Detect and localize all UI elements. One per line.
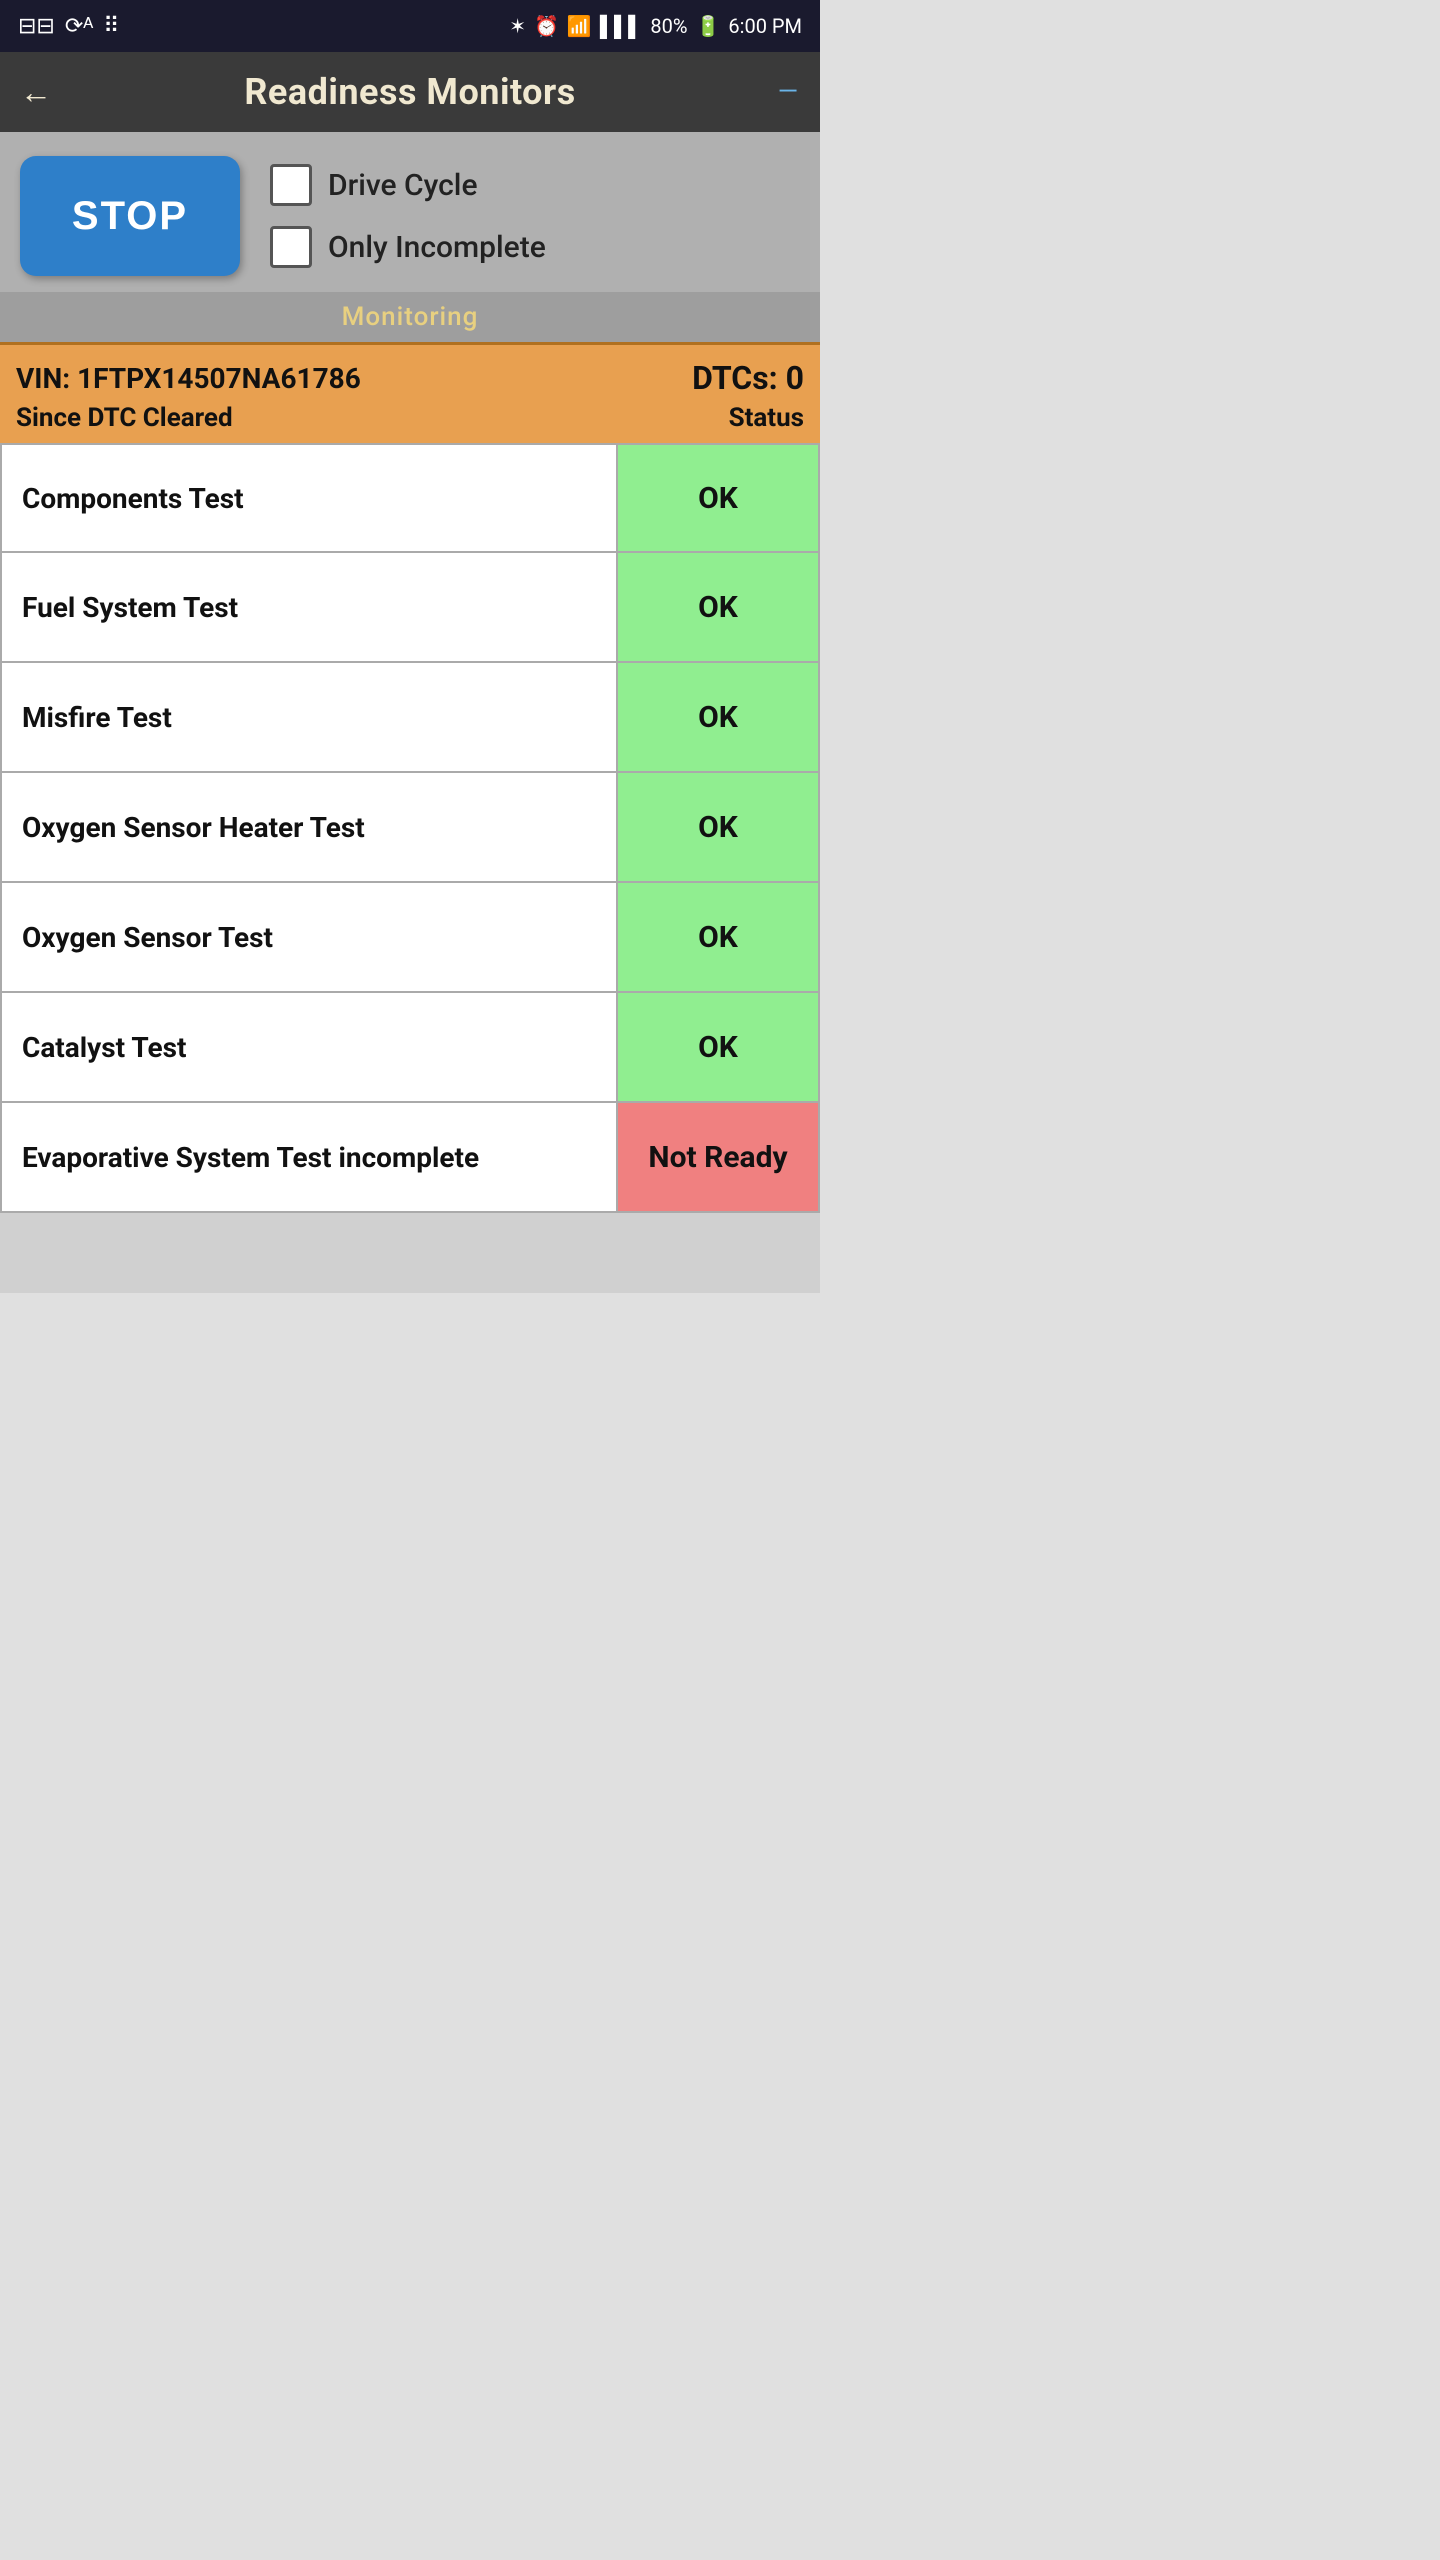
dots-icon: ⠿	[103, 14, 119, 39]
monitor-name: Misfire Test	[2, 663, 618, 771]
back-button[interactable]: ←	[20, 73, 60, 111]
monitor-row: Catalyst TestOK	[0, 993, 820, 1103]
monitor-status-badge: Not Ready	[618, 1103, 818, 1211]
bluetooth-icon: ✶	[509, 14, 526, 38]
drive-cycle-checkbox-row[interactable]: Drive Cycle	[270, 164, 546, 206]
page-title: Readiness Monitors	[60, 71, 760, 113]
stop-button[interactable]: STOP	[20, 156, 240, 276]
wifi-icon: 📶	[567, 14, 592, 38]
checkboxes-group: Drive Cycle Only Incomplete	[270, 164, 546, 268]
only-incomplete-checkbox-row[interactable]: Only Incomplete	[270, 226, 546, 268]
voicemail-icon: ⊟⊟	[18, 14, 55, 39]
vin-text: VIN: 1FTPX14507NA61786	[16, 362, 361, 395]
drive-cycle-label: Drive Cycle	[328, 168, 478, 203]
only-incomplete-checkbox[interactable]	[270, 226, 312, 268]
monitor-status-badge: OK	[618, 445, 818, 551]
monitor-row: Evaporative System Test incompleteNot Re…	[0, 1103, 820, 1213]
battery-level: 80%	[650, 14, 687, 38]
monitor-row: Misfire TestOK	[0, 663, 820, 773]
monitor-status-badge: OK	[618, 663, 818, 771]
profile-icon: ⟳ᴬ	[65, 13, 93, 39]
monitor-name: Fuel System Test	[2, 553, 618, 661]
monitor-name: Evaporative System Test incomplete	[2, 1103, 618, 1211]
only-incomplete-label: Only Incomplete	[328, 230, 546, 265]
dtc-count: DTCs: 0	[692, 359, 804, 397]
battery-icon: 🔋	[695, 14, 720, 38]
signal-icon: ▌▌▌	[600, 14, 643, 39]
monitor-status-badge: OK	[618, 553, 818, 661]
alarm-icon: ⏰	[534, 14, 559, 38]
time-display: 6:00 PM	[728, 14, 802, 38]
menu-button[interactable]: —	[760, 77, 800, 107]
monitor-name: Oxygen Sensor Heater Test	[2, 773, 618, 881]
since-dtc-cleared: Since DTC Cleared	[16, 403, 233, 433]
drive-cycle-checkbox[interactable]	[270, 164, 312, 206]
vin-header: VIN: 1FTPX14507NA61786 DTCs: 0 Since DTC…	[0, 342, 820, 443]
monitor-table: Components TestOKFuel System TestOKMisfi…	[0, 443, 820, 1213]
monitor-name: Catalyst Test	[2, 993, 618, 1101]
status-bar: ⊟⊟ ⟳ᴬ ⠿ ✶ ⏰ 📶 ▌▌▌ 80% 🔋 6:00 PM	[0, 0, 820, 52]
monitor-name: Components Test	[2, 445, 618, 551]
monitor-row: Components TestOK	[0, 443, 820, 553]
monitoring-banner: Monitoring	[0, 292, 820, 342]
monitor-status-badge: OK	[618, 773, 818, 881]
monitor-row: Oxygen Sensor TestOK	[0, 883, 820, 993]
monitor-status-badge: OK	[618, 883, 818, 991]
bottom-area	[0, 1213, 820, 1293]
monitor-name: Oxygen Sensor Test	[2, 883, 618, 991]
controls-area: STOP Drive Cycle Only Incomplete	[0, 132, 820, 292]
monitor-row: Fuel System TestOK	[0, 553, 820, 663]
status-column-header: Status	[729, 403, 804, 433]
status-bar-right: ✶ ⏰ 📶 ▌▌▌ 80% 🔋 6:00 PM	[509, 14, 802, 39]
status-bar-left: ⊟⊟ ⟳ᴬ ⠿	[18, 13, 119, 39]
monitor-status-badge: OK	[618, 993, 818, 1101]
monitor-row: Oxygen Sensor Heater TestOK	[0, 773, 820, 883]
app-header: ← Readiness Monitors —	[0, 52, 820, 132]
